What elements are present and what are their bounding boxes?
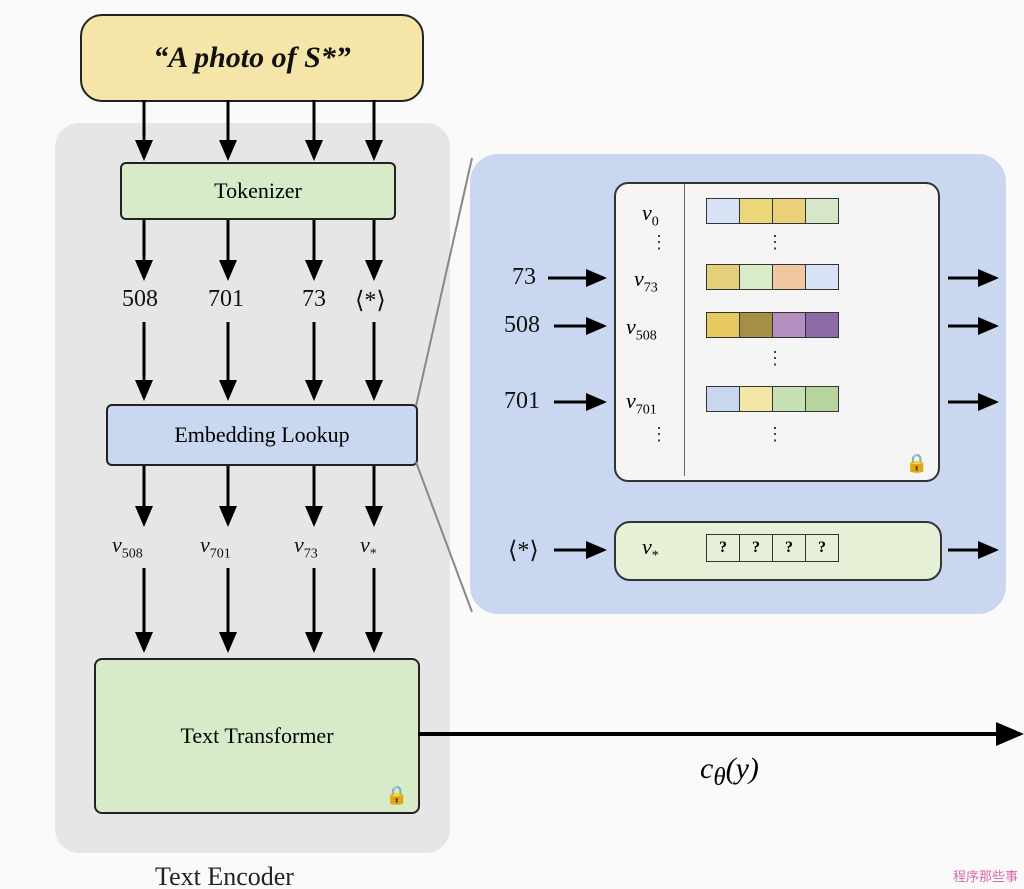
detail-in-73: 73 <box>512 264 536 291</box>
cell <box>740 387 773 411</box>
cell <box>773 313 806 337</box>
cell <box>740 313 773 337</box>
cell <box>806 265 838 289</box>
lock-icon: 🔒 <box>386 785 408 806</box>
row-cells-v508 <box>706 312 839 338</box>
transformer-label: Text Transformer <box>180 723 333 749</box>
row-label-v701: v701 <box>626 388 657 418</box>
token-508: 508 <box>122 286 158 313</box>
vec-701: v701 <box>200 532 231 562</box>
vdots: ⋮ <box>766 348 784 369</box>
output-label: cθ(y) <box>700 752 759 792</box>
diagram-stage: “A photo of S*” Tokenizer 508 701 73 ⟨*⟩… <box>0 0 1024 889</box>
tokenizer-block: Tokenizer <box>120 162 396 220</box>
embedding-table-divider <box>684 184 685 476</box>
text-transformer-block: Text Transformer 🔒 <box>94 658 420 814</box>
cell <box>707 387 740 411</box>
vec-508: v508 <box>112 532 143 562</box>
input-prompt-box: “A photo of S*” <box>80 14 424 102</box>
vdots: ⋮ <box>650 424 668 445</box>
cell <box>707 265 740 289</box>
row-cells-v0 <box>706 198 839 224</box>
cell <box>773 199 806 223</box>
cell <box>740 265 773 289</box>
text-encoder-label: Text Encoder <box>155 862 294 889</box>
cell <box>773 265 806 289</box>
cell <box>707 313 740 337</box>
detail-in-508: 508 <box>504 312 540 339</box>
vec-star: v* <box>360 532 377 562</box>
detail-in-701: 701 <box>504 388 540 415</box>
qcell: ? <box>806 535 838 561</box>
detail-in-placeholder: ⟨*⟩ <box>508 536 539 565</box>
token-73: 73 <box>302 286 326 313</box>
vdots: ⋮ <box>766 424 784 445</box>
cell <box>707 199 740 223</box>
table-lock-icon: 🔒 <box>906 453 928 474</box>
row-label-v0: v0 <box>642 200 659 230</box>
row-cells-vstar: ? ? ? ? <box>706 534 839 562</box>
embedding-lookup-block: Embedding Lookup <box>106 404 418 466</box>
row-cells-v701 <box>706 386 839 412</box>
vec-73: v73 <box>294 532 318 562</box>
row-label-vstar: v* <box>642 534 659 564</box>
embedding-label: Embedding Lookup <box>174 422 349 448</box>
cell <box>806 313 838 337</box>
tokenizer-label: Tokenizer <box>214 178 302 204</box>
row-label-v508: v508 <box>626 314 657 344</box>
watermark-text: 程序那些事 <box>953 866 1018 885</box>
qcell: ? <box>773 535 806 561</box>
cell <box>740 199 773 223</box>
cell <box>773 387 806 411</box>
qcell: ? <box>707 535 740 561</box>
token-placeholder: ⟨*⟩ <box>355 286 386 315</box>
cell <box>806 199 838 223</box>
vdots: ⋮ <box>650 232 668 253</box>
token-701: 701 <box>208 286 244 313</box>
qcell: ? <box>740 535 773 561</box>
input-prompt-text: “A photo of S*” <box>153 41 351 75</box>
row-label-v73: v73 <box>634 266 658 296</box>
row-cells-v73 <box>706 264 839 290</box>
cell <box>806 387 838 411</box>
vdots: ⋮ <box>766 232 784 253</box>
